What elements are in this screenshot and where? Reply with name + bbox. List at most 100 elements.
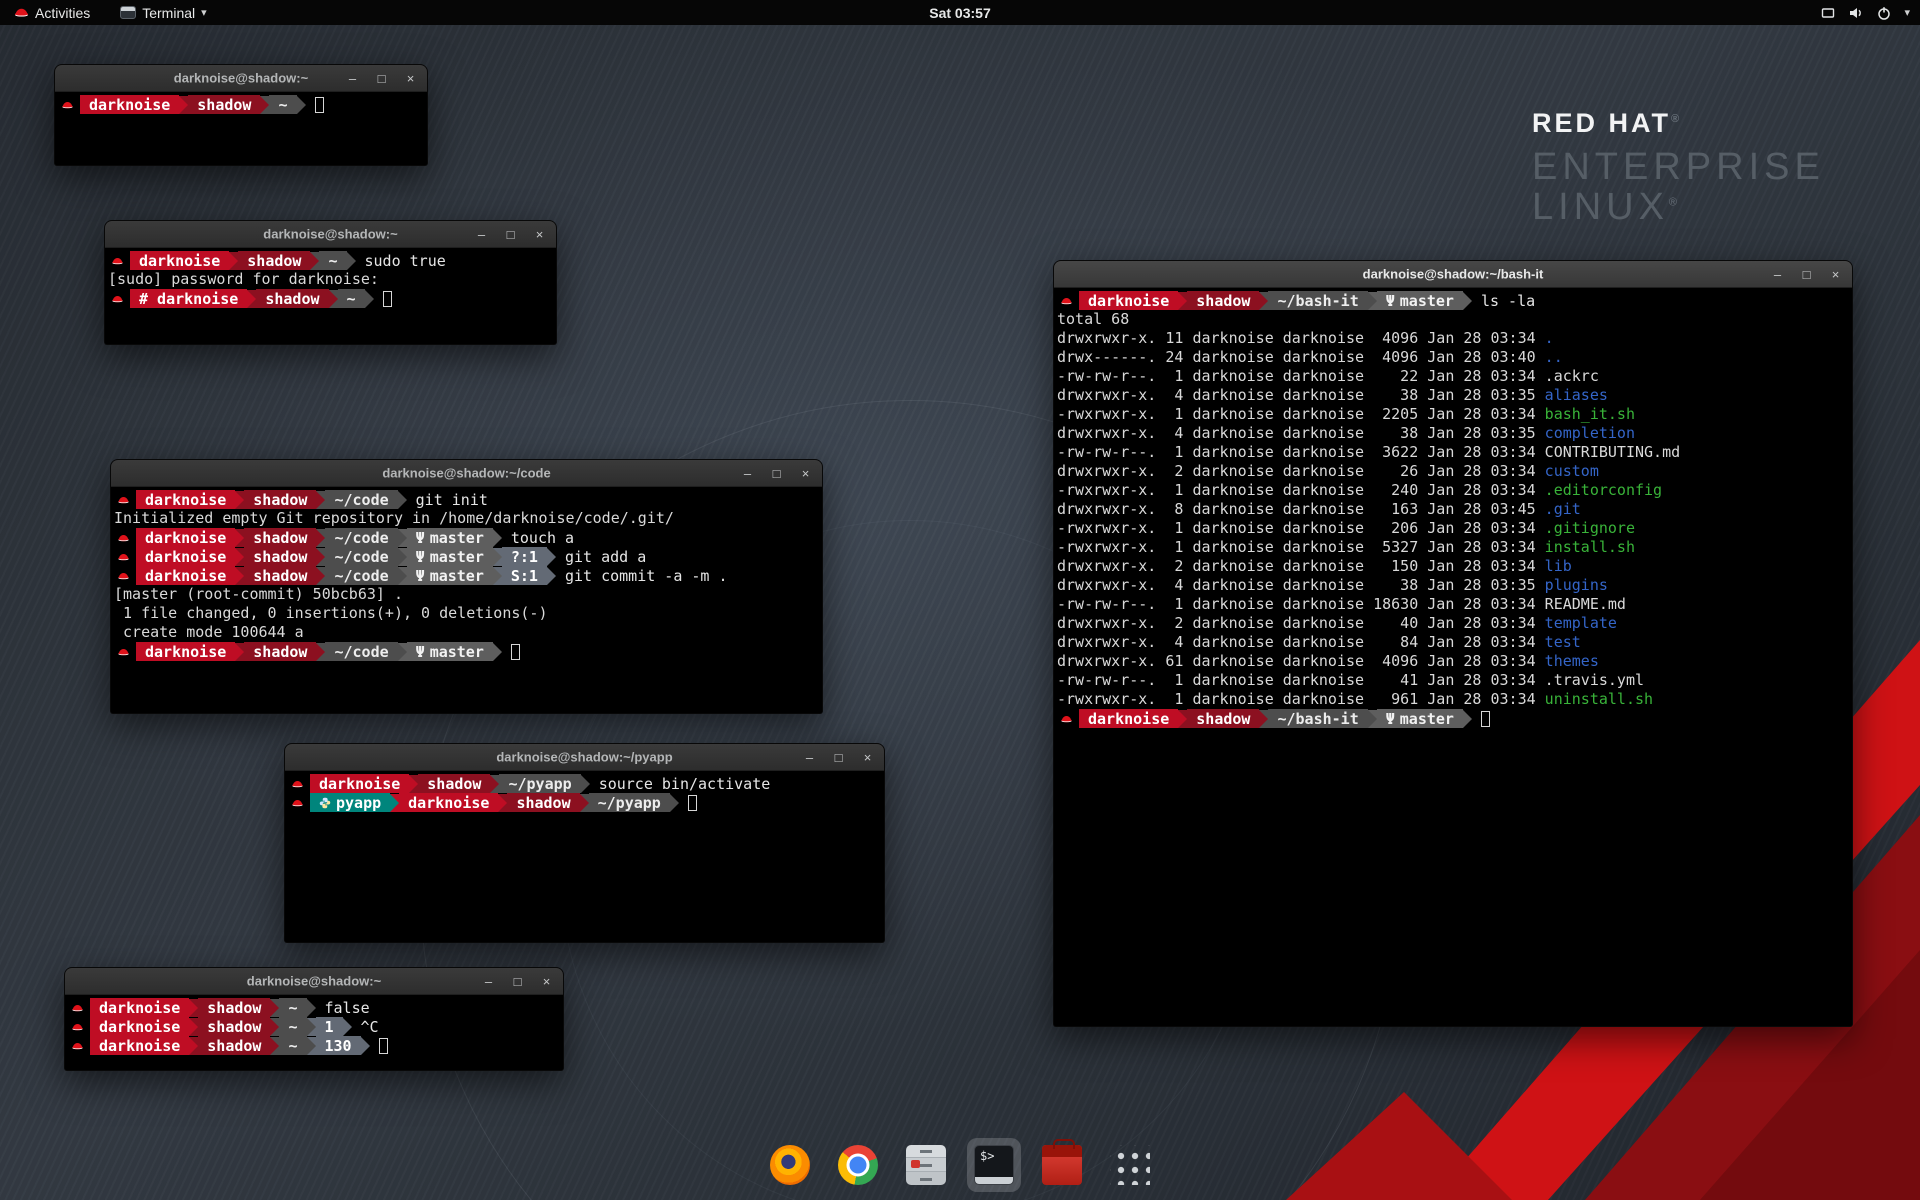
system-status-area[interactable]: ▾ (1820, 5, 1910, 21)
redhat-prompt-icon (290, 778, 305, 790)
maximize-button[interactable]: □ (1800, 261, 1813, 288)
app-grid-icon (1110, 1145, 1150, 1185)
maximize-button[interactable]: □ (504, 221, 517, 248)
terminal-window-home-3[interactable]: darknoise@shadow:~–□×darknoiseshadow~fal… (64, 967, 564, 1071)
prompt-segment-path: ~/bash-it (1268, 291, 1367, 310)
window-titlebar[interactable]: darknoise@shadow:~/pyapp–□× (285, 744, 884, 771)
activities-button[interactable]: Activities (8, 0, 96, 25)
output-text: .travis.yml (1545, 671, 1644, 689)
output-text: .gitignore (1545, 519, 1635, 537)
prompt-segment-path: ~/pyapp (589, 793, 670, 812)
branch-icon: Ψ (1386, 292, 1395, 310)
powerline-arrow-icon (347, 252, 356, 270)
prompt-segment-host: shadow (507, 793, 579, 812)
prompt-segment-host: shadow (244, 528, 316, 547)
terminal-content[interactable]: darknoiseshadow~sudo true[sudo] password… (105, 248, 556, 344)
terminal-cursor (315, 97, 324, 113)
branch-icon: Ψ (1386, 710, 1395, 728)
powerline-arrow-icon (1463, 710, 1472, 728)
terminal-window-home-2[interactable]: darknoise@shadow:~–□×darknoiseshadow~sud… (104, 220, 557, 345)
terminal-output-line: drwx------. 24 darknoise darknoise 4096 … (1057, 348, 1849, 367)
minimize-button[interactable]: – (741, 460, 754, 487)
terminal-window-code[interactable]: darknoise@shadow:~/code–□×darknoiseshado… (110, 459, 823, 714)
prompt-segment-user: darknoise (80, 95, 179, 114)
window-titlebar[interactable]: darknoise@shadow:~/code–□× (111, 460, 822, 487)
terminal-output-line: -rwxrwxr-x. 1 darknoise darknoise 2205 J… (1057, 405, 1849, 424)
close-button[interactable]: × (799, 460, 812, 487)
output-text: drwxrwxr-x. 8 darknoise darknoise 163 Ja… (1057, 500, 1545, 518)
prompt-segment-status: S:1 (502, 566, 547, 585)
prompt-segment-user: darknoise (130, 251, 229, 270)
powerline-arrow-icon (409, 775, 418, 793)
close-button[interactable]: × (1829, 261, 1842, 288)
window-titlebar[interactable]: darknoise@shadow:~–□× (105, 221, 556, 248)
terminal-output-line: drwxrwxr-x. 2 darknoise darknoise 150 Ja… (1057, 557, 1849, 576)
close-button[interactable]: × (540, 968, 553, 995)
prompt-segment-user: darknoise (90, 1017, 189, 1036)
close-button[interactable]: × (404, 65, 417, 92)
maximize-button[interactable]: □ (770, 460, 783, 487)
terminal-window-bash-it[interactable]: darknoise@shadow:~/bash-it–□×darknoisesh… (1053, 260, 1853, 1027)
powerline-arrow-icon (493, 643, 502, 661)
output-text: CONTRIBUTING.md (1545, 443, 1680, 461)
prompt-segment-user: darknoise (136, 566, 235, 585)
dock-item-app-grid[interactable] (1103, 1138, 1157, 1192)
redhat-prompt-icon (116, 494, 131, 506)
top-bar-left: Activities Terminal ▾ (8, 0, 213, 25)
powerline-arrow-icon (390, 794, 399, 812)
powerline-arrow-icon (307, 999, 316, 1017)
window-titlebar[interactable]: darknoise@shadow:~/bash-it–□× (1054, 261, 1852, 288)
output-text: .git (1545, 500, 1581, 518)
prompt-segment-user: darknoise (136, 490, 235, 509)
output-text: .editorconfig (1545, 481, 1662, 499)
clock[interactable]: Sat 03:57 (929, 5, 990, 21)
terminal-content[interactable]: darknoiseshadow~falsedarknoiseshadow~1^C… (65, 995, 563, 1070)
terminal-window-pyapp[interactable]: darknoise@shadow:~/pyapp–□×darknoiseshad… (284, 743, 885, 943)
terminal-icon (974, 1145, 1014, 1185)
prompt-segment-git: Ψmaster (1377, 709, 1463, 728)
output-text: create mode 100644 a (114, 623, 304, 641)
minimize-button[interactable]: – (803, 744, 816, 771)
output-text: .. (1545, 348, 1563, 366)
output-text: [sudo] password for darknoise: (108, 270, 379, 288)
terminal-output-line: -rw-rw-r--. 1 darknoise darknoise 3622 J… (1057, 443, 1849, 462)
minimize-button[interactable]: – (475, 221, 488, 248)
dock-item-terminal[interactable] (967, 1138, 1021, 1192)
minimize-button[interactable]: – (1771, 261, 1784, 288)
prompt-segment-user: darknoise (90, 998, 189, 1017)
output-text: -rwxrwxr-x. 1 darknoise darknoise 2205 J… (1057, 405, 1545, 423)
terminal-cursor (688, 795, 697, 811)
output-text: themes (1545, 652, 1599, 670)
maximize-button[interactable]: □ (832, 744, 845, 771)
terminal-content[interactable]: darknoiseshadow~/codegit initInitialized… (111, 487, 822, 713)
terminal-prompt-line: darknoiseshadow~1^C (68, 1017, 560, 1036)
terminal-window-home-1[interactable]: darknoise@shadow:~–□×darknoiseshadow~ (54, 64, 428, 166)
output-text: aliases (1545, 386, 1608, 404)
redhat-prompt-icon (110, 255, 125, 267)
dock-item-files[interactable] (899, 1138, 953, 1192)
terminal-prompt-line: darknoiseshadow~/codegit init (114, 490, 819, 509)
window-titlebar[interactable]: darknoise@shadow:~–□× (55, 65, 427, 92)
close-button[interactable]: × (533, 221, 546, 248)
dock-item-chrome[interactable] (831, 1138, 885, 1192)
redhat-prompt-icon (290, 797, 305, 809)
dock-item-firefox[interactable] (763, 1138, 817, 1192)
terminal-content[interactable]: darknoiseshadow~/pyappsource bin/activat… (285, 771, 884, 942)
terminal-output-line: total 68 (1057, 310, 1849, 329)
maximize-button[interactable]: □ (375, 65, 388, 92)
terminal-output-line: [sudo] password for darknoise: (108, 270, 553, 289)
prompt-segment-host: shadow (198, 1017, 270, 1036)
dock-item-toolbox[interactable] (1035, 1138, 1089, 1192)
terminal-content[interactable]: darknoiseshadow~/bash-itΨmasterls -latot… (1054, 288, 1852, 1026)
minimize-button[interactable]: – (346, 65, 359, 92)
output-text: -rw-rw-r--. 1 darknoise darknoise 3622 J… (1057, 443, 1545, 461)
minimize-button[interactable]: – (482, 968, 495, 995)
volume-icon (1848, 5, 1864, 21)
terminal-content[interactable]: darknoiseshadow~ (55, 92, 427, 165)
close-button[interactable]: × (861, 744, 874, 771)
maximize-button[interactable]: □ (511, 968, 524, 995)
window-controls: –□ × (1771, 261, 1842, 288)
prompt-segment-path: ~/code (325, 642, 397, 661)
window-titlebar[interactable]: darknoise@shadow:~–□× (65, 968, 563, 995)
app-menu[interactable]: Terminal ▾ (114, 0, 212, 25)
